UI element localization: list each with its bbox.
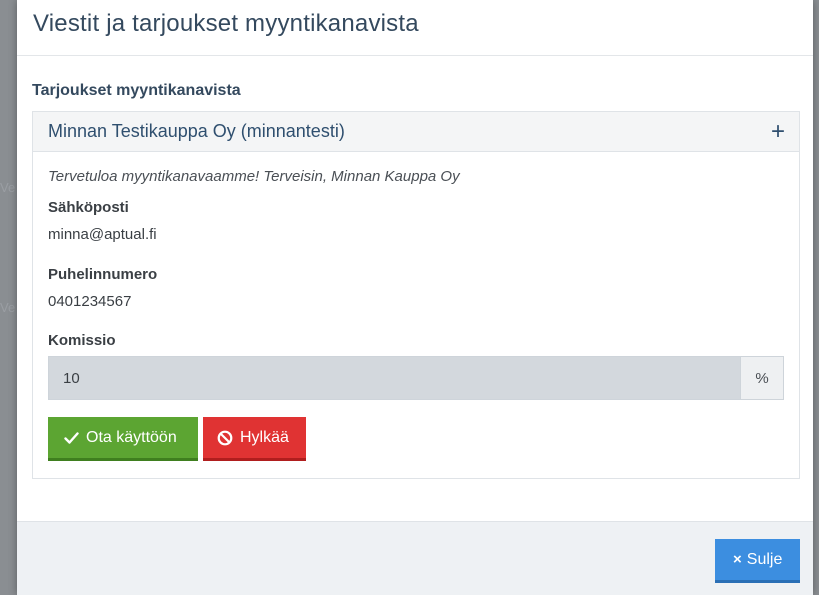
commission-input[interactable]	[48, 356, 740, 400]
phone-label: Puhelinnumero	[48, 266, 158, 283]
backdrop-text-1: Ve	[0, 180, 16, 195]
commission-unit: %	[740, 356, 784, 400]
section-title: Tarjoukset myyntikanavista	[32, 82, 241, 99]
phone-value: 0401234567	[48, 293, 132, 310]
accept-label: Ota käyttöön	[86, 428, 177, 446]
modal-body: Tarjoukset myyntikanavista Minnan Testik…	[17, 56, 813, 479]
offer-actions: Ota käyttöön Hylkää	[48, 417, 784, 461]
email-value: minna@aptual.fi	[48, 226, 157, 243]
commission-label: Komissio	[48, 332, 116, 349]
plus-icon[interactable]: +	[771, 119, 785, 144]
check-icon	[64, 431, 79, 444]
close-icon: ×	[733, 551, 742, 568]
offer-panel-body: Tervetuloa myyntikanavaamme! Terveisin, …	[33, 152, 799, 478]
offer-panel: Minnan Testikauppa Oy (minnantesti) + Te…	[32, 111, 800, 479]
offer-heading-title[interactable]: Minnan Testikauppa Oy (minnantesti)	[48, 121, 345, 142]
accept-button[interactable]: Ota käyttöön	[48, 417, 198, 461]
offer-panel-heading[interactable]: Minnan Testikauppa Oy (minnantesti) +	[33, 112, 799, 152]
reject-button[interactable]: Hylkää	[203, 417, 306, 461]
modal-title: Viestit ja tarjoukset myyntikanavista	[33, 10, 419, 37]
offers-modal: Viestit ja tarjoukset myyntikanavista Ta…	[17, 0, 813, 595]
modal-header: Viestit ja tarjoukset myyntikanavista	[17, 0, 813, 56]
offer-greeting: Tervetuloa myyntikanavaamme! Terveisin, …	[48, 168, 460, 185]
modal-footer: × Sulje	[17, 521, 813, 595]
close-label: Sulje	[746, 550, 783, 568]
reject-label: Hylkää	[240, 428, 289, 446]
commission-input-group: %	[48, 356, 784, 400]
email-label: Sähköposti	[48, 199, 129, 216]
close-button[interactable]: × Sulje	[715, 539, 800, 583]
ban-icon	[217, 430, 233, 445]
backdrop-text-2: Ve	[0, 300, 16, 315]
